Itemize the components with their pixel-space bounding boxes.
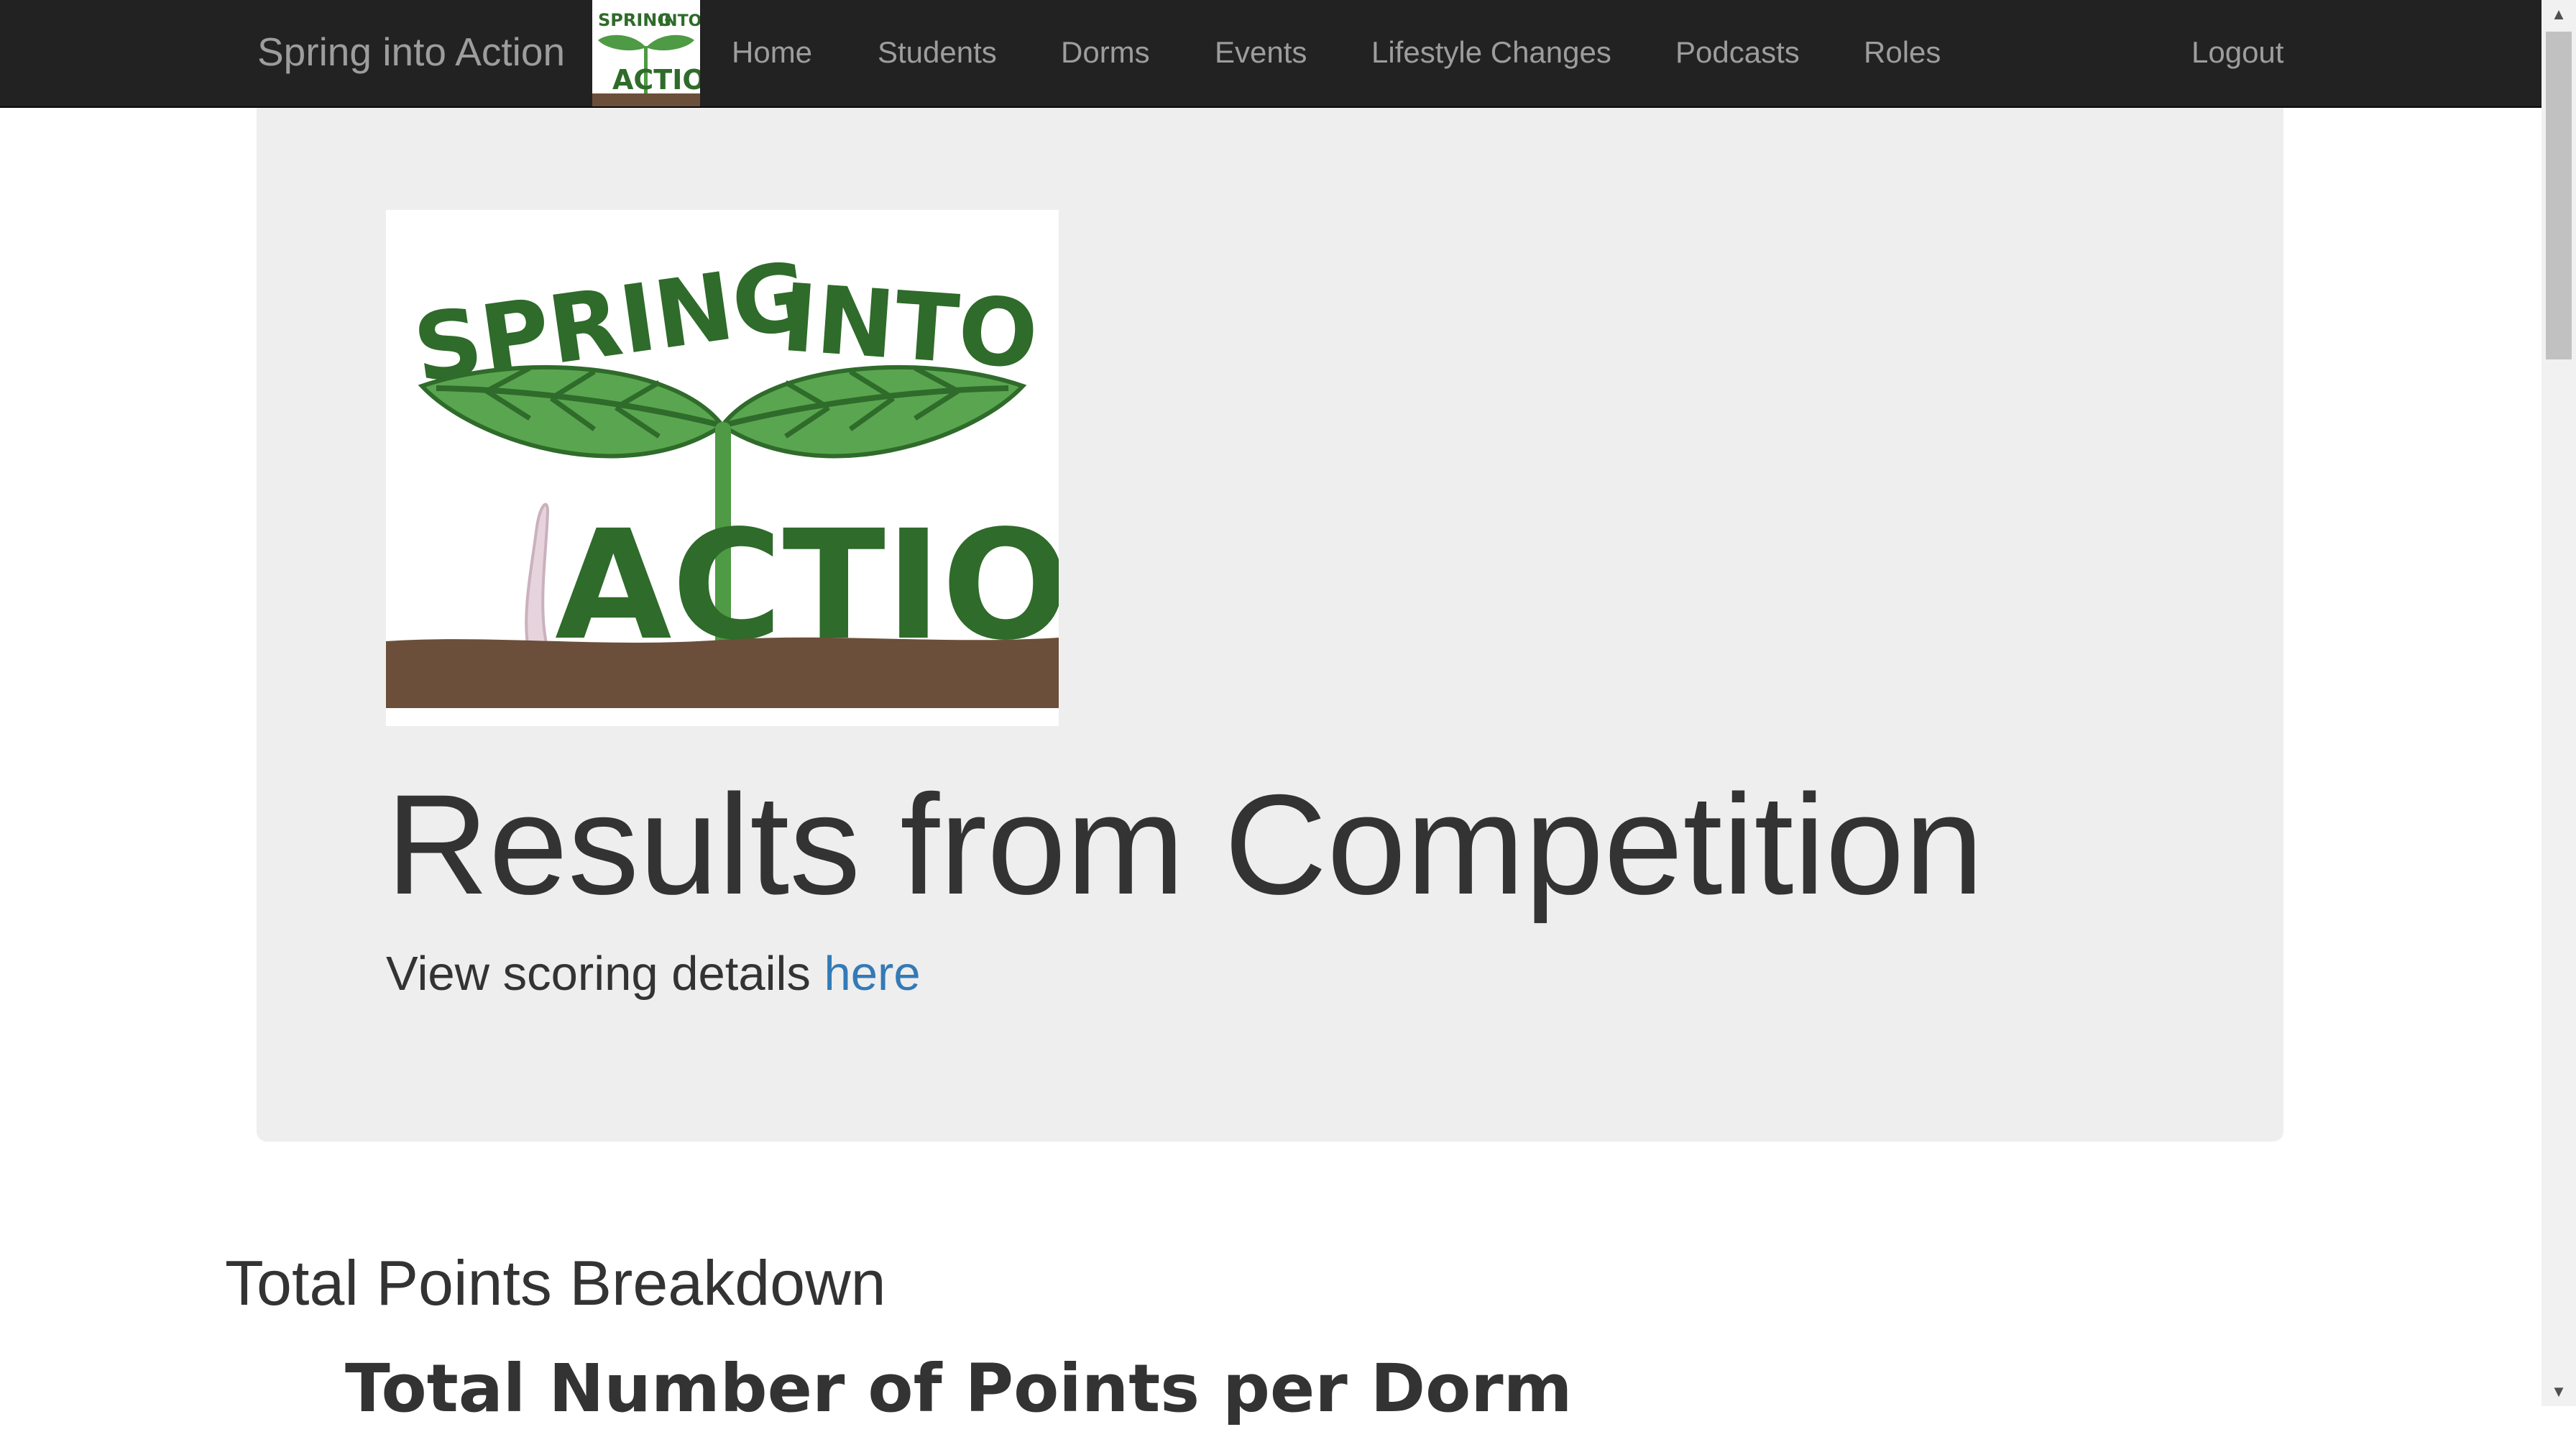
scoring-details-text: View scoring details here bbox=[386, 942, 921, 1006]
small-logo-word-action: ACTION bbox=[612, 64, 700, 96]
scroll-up-arrow-icon[interactable]: ▲ bbox=[2542, 0, 2576, 29]
navbar-logo-image[interactable]: SPRING INTO ACTION bbox=[592, 0, 700, 106]
page-title: Results from Competition bbox=[386, 765, 1984, 924]
scoring-details-prefix: View scoring details bbox=[386, 947, 811, 1001]
nav-home[interactable]: Home bbox=[732, 0, 812, 106]
nav-roles[interactable]: Roles bbox=[1864, 0, 1941, 106]
nav-lifestyle-changes[interactable]: Lifestyle Changes bbox=[1371, 0, 1611, 106]
top-navbar: Spring into Action SPRING INTO ACTION Ho… bbox=[0, 0, 2542, 108]
scrollbar-thumb[interactable] bbox=[2546, 32, 2572, 359]
section-title: Total Points Breakdown bbox=[225, 1247, 886, 1318]
brand-link[interactable]: Spring into Action bbox=[257, 0, 565, 106]
scoring-details-link[interactable]: here bbox=[824, 947, 921, 1001]
vertical-scrollbar[interactable]: ▲ ▼ bbox=[2542, 0, 2576, 1406]
chart-title: Total Number of Points per Dorm bbox=[345, 1350, 1573, 1427]
nav-dorms[interactable]: Dorms bbox=[1061, 0, 1150, 106]
logout-link[interactable]: Logout bbox=[2191, 0, 2283, 106]
scroll-down-arrow-icon[interactable]: ▼ bbox=[2542, 1377, 2576, 1406]
spring-into-action-logo: SPRING INTO ACTION bbox=[386, 210, 1059, 726]
hero-logo-image: SPRING INTO ACTION bbox=[386, 210, 1059, 726]
small-logo-word-into: INTO bbox=[658, 12, 700, 30]
nav-students[interactable]: Students bbox=[878, 0, 997, 106]
spring-into-action-small-logo: SPRING INTO ACTION bbox=[592, 0, 700, 106]
nav-podcasts[interactable]: Podcasts bbox=[1675, 0, 1800, 106]
nav-events[interactable]: Events bbox=[1215, 0, 1307, 106]
